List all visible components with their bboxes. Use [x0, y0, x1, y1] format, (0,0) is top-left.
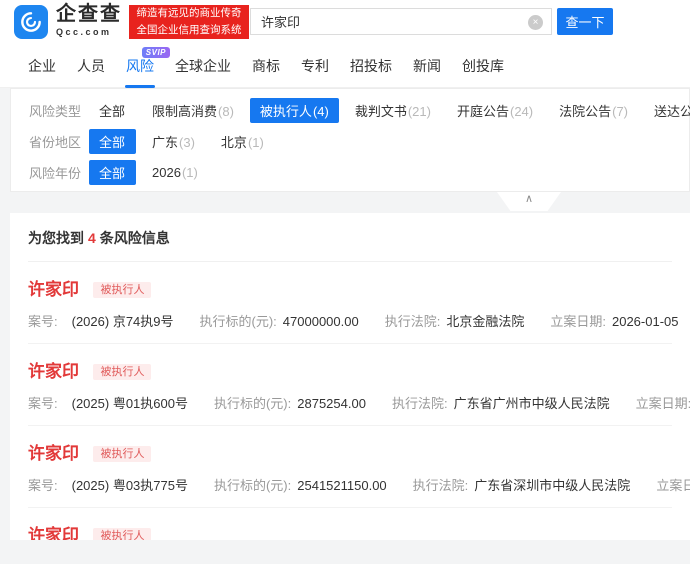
nav-item-company[interactable]: 企业: [28, 44, 56, 88]
status-badge: 被执行人: [93, 364, 151, 380]
logo-name: 企查查: [56, 4, 122, 24]
filter-row-risk-year: 风险年份 全部 2026(1): [29, 160, 689, 184]
summary-suffix: 条风险信息: [100, 230, 170, 246]
field-case-number: 案号:(2025) 粤01执600号: [28, 393, 188, 412]
field-filing-date: 立案日期:-: [656, 475, 690, 494]
nav-item-trademark[interactable]: 商标: [252, 44, 280, 88]
filter-option-court-announcement[interactable]: 法院公告(7): [559, 101, 628, 120]
result-item: 许家印 被执行人 案号:(2026) 京74执9号 执行标的(元):470000…: [28, 262, 672, 344]
result-fields: 案号:(2025) 粤03执775号 执行标的(元):2541521150.00…: [28, 475, 672, 494]
result-name-link[interactable]: 许家印: [28, 362, 79, 381]
field-execution-amount: 执行标的(元):47000000.00: [200, 311, 359, 330]
summary-count: 4: [88, 230, 96, 246]
result-item: 许家印 被执行人 案号:(2025) 粤03执774号 执行标的(元):4952…: [28, 508, 672, 540]
filter-option-year-all[interactable]: 全部: [89, 160, 136, 185]
svip-badge: SVIP: [142, 47, 170, 58]
status-badge: 被执行人: [93, 282, 151, 298]
slogan-line-1: 缔造有远见的商业传奇: [129, 5, 249, 22]
results-summary: 为您找到4条风险信息: [28, 228, 672, 262]
field-case-number: 案号:(2025) 粤03执775号: [28, 475, 188, 494]
field-case-number: 案号:(2026) 京74执9号: [28, 311, 174, 330]
search-button[interactable]: 查一下: [557, 8, 613, 35]
nav-item-patent[interactable]: 专利: [301, 44, 329, 88]
result-item: 许家印 被执行人 案号:(2025) 粤03执775号 执行标的(元):2541…: [28, 426, 672, 508]
filter-option-province-all[interactable]: 全部: [89, 129, 136, 154]
field-filing-date: 立案日期:-: [636, 393, 690, 412]
nav-item-vc-library[interactable]: 创投库: [462, 44, 504, 88]
filter-option-judgment-documents[interactable]: 裁判文书(21): [355, 101, 431, 120]
field-filing-date: 立案日期:2026-01-05: [550, 311, 678, 330]
field-execution-amount: 执行标的(元):2875254.00: [214, 393, 366, 412]
result-fields: 案号:(2026) 京74执9号 执行标的(元):47000000.00 执行法…: [28, 311, 672, 330]
nav-item-news[interactable]: 新闻: [413, 44, 441, 88]
result-fields: 案号:(2025) 粤01执600号 执行标的(元):2875254.00 执行…: [28, 393, 672, 412]
filter-label: 风险类型: [29, 101, 99, 120]
result-name-link[interactable]: 许家印: [28, 280, 79, 299]
search-input[interactable]: [261, 14, 523, 29]
filter-option-consumption-restriction[interactable]: 限制高消费(8): [152, 101, 234, 120]
status-badge: 被执行人: [93, 446, 151, 462]
search-box: ×: [250, 8, 552, 35]
nav-item-bidding[interactable]: 招投标: [350, 44, 392, 88]
nav-item-global-company[interactable]: 全球企业: [175, 44, 231, 88]
nav-item-person[interactable]: 人员: [77, 44, 105, 88]
field-execution-court: 执行法院:北京金融法院: [385, 311, 525, 330]
qcc-spiral-icon: [18, 9, 44, 35]
filter-option-beijing[interactable]: 北京(1): [221, 132, 264, 151]
filter-row-risk-type: 风险类型 全部 限制高消费(8) 被执行人(4) 裁判文书(21) 开庭公告(2…: [29, 98, 689, 122]
header: 企查查 Qcc.com 缔造有远见的商业传奇 全国企业信用查询系统 × 查一下: [0, 0, 690, 44]
slogan-line-2: 全国企业信用查询系统: [129, 22, 249, 39]
results-panel: 为您找到4条风险信息 许家印 被执行人 案号:(2026) 京74执9号 执行标…: [10, 213, 690, 540]
clear-icon[interactable]: ×: [528, 15, 543, 30]
field-execution-amount: 执行标的(元):2541521150.00: [214, 475, 387, 494]
field-execution-court: 执行法院:广东省深圳市中级人民法院: [413, 475, 631, 494]
result-name-link[interactable]: 许家印: [28, 444, 79, 463]
logo-text[interactable]: 企查查 Qcc.com: [56, 4, 122, 37]
filter-option-guangdong[interactable]: 广东(3): [152, 132, 195, 151]
result-name-link[interactable]: 许家印: [28, 526, 79, 540]
result-item: 许家印 被执行人 案号:(2025) 粤01执600号 执行标的(元):2875…: [28, 344, 672, 426]
field-execution-court: 执行法院:广东省广州市中级人民法院: [392, 393, 610, 412]
main-nav: 企业 人员 风险 SVIP 全球企业 商标 专利 招投标 新闻 创投库: [0, 44, 690, 88]
qcc-logo-icon[interactable]: [14, 5, 48, 39]
filter-panel: 风险类型 全部 限制高消费(8) 被执行人(4) 裁判文书(21) 开庭公告(2…: [10, 88, 690, 192]
filter-option-executed-person[interactable]: 被执行人(4): [250, 98, 339, 123]
nav-item-risk[interactable]: 风险 SVIP: [126, 44, 154, 88]
slogan-banner: 缔造有远见的商业传奇 全国企业信用查询系统: [129, 5, 249, 39]
status-badge: 被执行人: [93, 528, 151, 540]
filter-option-service-announcement[interactable]: 送达公告(10): [654, 101, 690, 120]
collapse-filters-tab[interactable]: ∧: [497, 192, 561, 211]
filter-option-all[interactable]: 全部: [99, 101, 126, 120]
filter-option-court-session[interactable]: 开庭公告(24): [457, 101, 533, 120]
filter-row-province: 省份地区 全部 广东(3) 北京(1): [29, 129, 689, 153]
logo-domain: Qcc.com: [56, 28, 122, 37]
filter-option-year-2026[interactable]: 2026(1): [152, 165, 198, 180]
chevron-up-icon: ∧: [525, 192, 533, 207]
summary-prefix: 为您找到: [28, 230, 84, 246]
